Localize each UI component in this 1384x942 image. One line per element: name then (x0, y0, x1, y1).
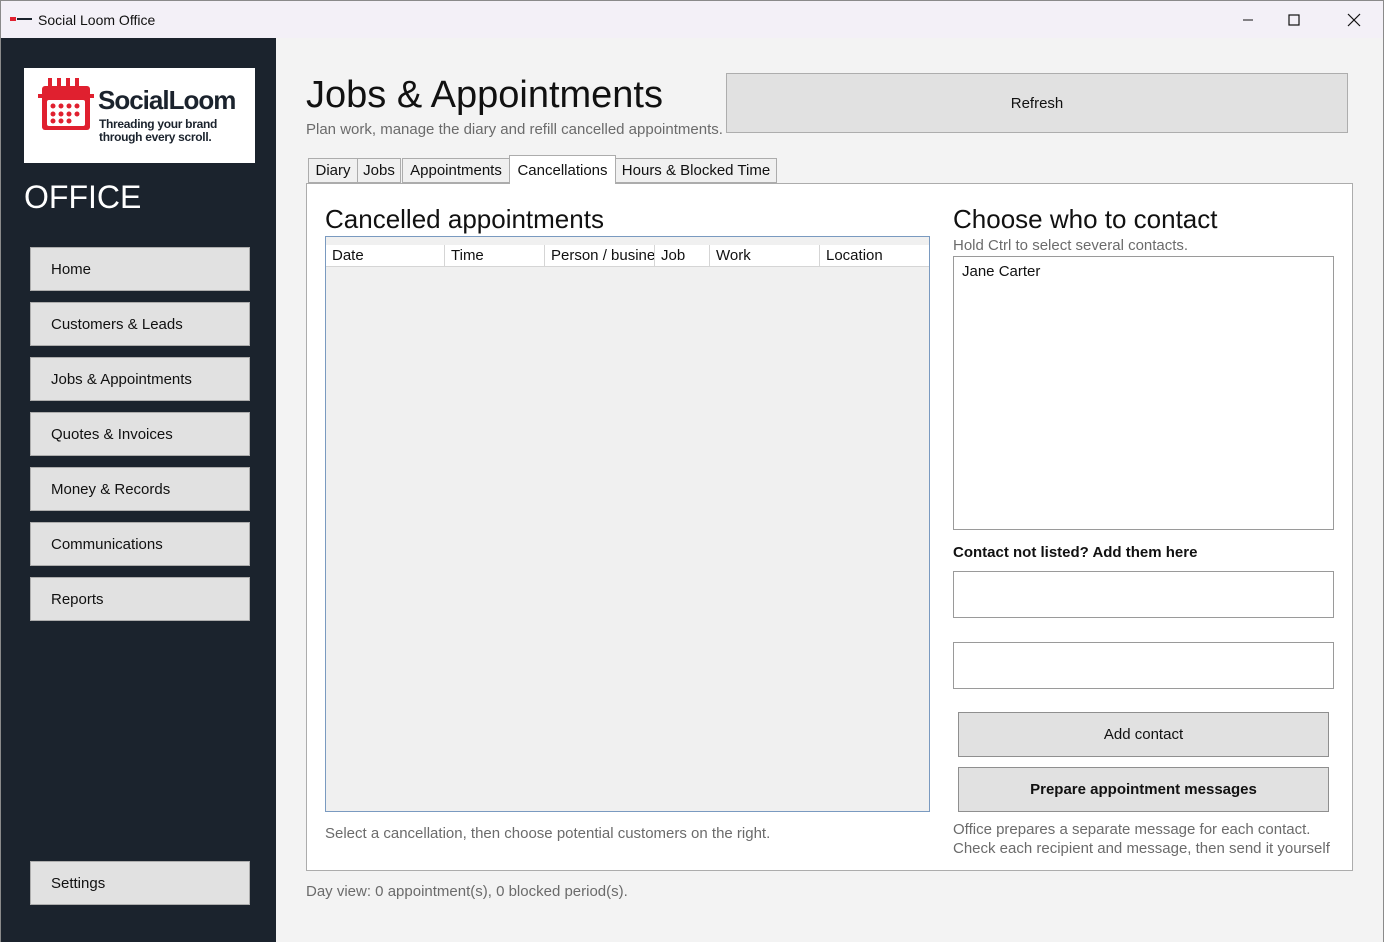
logo-tagline-line2: through every scroll. (99, 130, 212, 144)
title-bar: Social Loom Office (0, 0, 1384, 38)
tab-hours-blocked-time[interactable]: Hours & Blocked Time (615, 158, 777, 183)
nav-communications-button[interactable]: Communications (30, 522, 250, 566)
cancellations-panel: Cancelled appointments Date Time Person … (306, 183, 1353, 871)
maximize-icon (1288, 14, 1300, 26)
choose-contact-title: Choose who to contact (953, 204, 1218, 234)
app-icon (10, 17, 32, 21)
close-icon (1347, 13, 1361, 27)
nav-customers-leads-button[interactable]: Customers & Leads (30, 302, 250, 346)
main-content: Jobs & Appointments Plan work, manage th… (276, 38, 1384, 942)
logo: SocialLoom Threading your brand through … (24, 68, 255, 163)
cancelled-appointments-title: Cancelled appointments (325, 204, 604, 234)
column-header-job[interactable]: Job (655, 245, 710, 267)
minimize-button[interactable] (1225, 1, 1271, 39)
cancellations-grid[interactable]: Date Time Person / business Job Work Loc… (325, 236, 930, 812)
minimize-icon (1243, 19, 1253, 21)
grid-header: Date Time Person / business Job Work Loc… (326, 245, 929, 267)
column-header-time[interactable]: Time (445, 245, 545, 267)
page-subtitle: Plan work, manage the diary and refill c… (306, 121, 723, 138)
nav-home-button[interactable]: Home (30, 247, 250, 291)
prepare-messages-button[interactable]: Prepare appointment messages (958, 767, 1329, 812)
calendar-logo-icon (38, 78, 94, 130)
nav-settings-button[interactable]: Settings (30, 861, 250, 905)
office-label: OFFICE (24, 179, 142, 215)
column-header-location[interactable]: Location (820, 245, 929, 267)
column-header-person-business[interactable]: Person / business (545, 245, 655, 267)
column-header-work[interactable]: Work (710, 245, 820, 267)
sidebar: SocialLoom Threading your brand through … (0, 38, 276, 942)
new-contact-field-2[interactable] (953, 642, 1334, 689)
column-header-date[interactable]: Date (326, 245, 445, 267)
grid-hint: Select a cancellation, then choose poten… (325, 825, 771, 842)
nav-jobs-appointments-button[interactable]: Jobs & Appointments (30, 357, 250, 401)
contact-select-hint: Hold Ctrl to select several contacts. (953, 237, 1189, 254)
refresh-button[interactable]: Refresh (726, 73, 1348, 133)
maximize-button[interactable] (1271, 1, 1317, 39)
nav-reports-button[interactable]: Reports (30, 577, 250, 621)
tab-cancellations[interactable]: Cancellations (509, 155, 616, 184)
contact-list[interactable]: Jane Carter (953, 256, 1334, 530)
tab-diary[interactable]: Diary (308, 158, 358, 183)
window-title: Social Loom Office (38, 12, 156, 28)
add-contact-button[interactable]: Add contact (958, 712, 1329, 757)
messages-note-line1: Office prepares a separate message for e… (953, 821, 1311, 838)
messages-note-line2: Check each recipient and message, then s… (953, 840, 1330, 856)
tab-jobs[interactable]: Jobs (357, 158, 401, 183)
nav-quotes-invoices-button[interactable]: Quotes & Invoices (30, 412, 250, 456)
page-title: Jobs & Appointments (306, 74, 663, 116)
contact-list-item[interactable]: Jane Carter (962, 263, 1040, 280)
messages-note: Office prepares a separate message for e… (953, 820, 1343, 856)
logo-name: SocialLoom (98, 85, 236, 115)
tab-appointments[interactable]: Appointments (402, 158, 510, 183)
status-text: Day view: 0 appointment(s), 0 blocked pe… (306, 883, 628, 900)
close-button[interactable] (1331, 1, 1377, 39)
add-contact-label: Contact not listed? Add them here (953, 544, 1198, 561)
logo-tagline: Threading your brand through every scrol… (99, 118, 217, 144)
nav-money-records-button[interactable]: Money & Records (30, 467, 250, 511)
new-contact-field-1[interactable] (953, 571, 1334, 618)
